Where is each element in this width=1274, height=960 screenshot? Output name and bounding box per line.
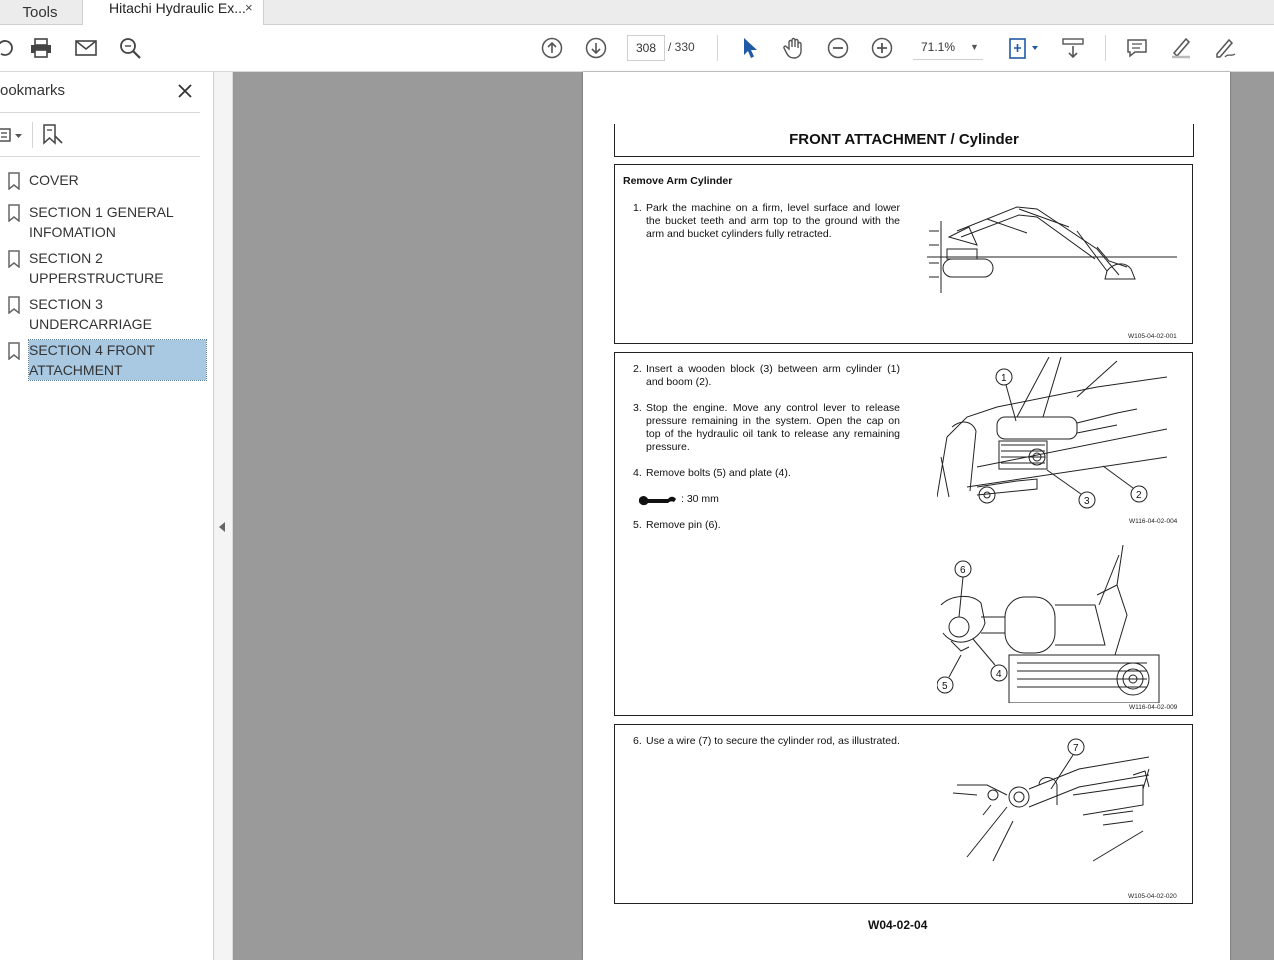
figure-number: W116-04-02-009 [1129,704,1178,711]
pin-removal-illustration: 6 4 5 [937,545,1160,703]
chevron-left-icon [219,522,225,532]
page-down-icon[interactable] [583,36,609,60]
figure-number: W105-04-02-020 [1128,893,1177,900]
fit-page-icon[interactable] [1004,36,1042,60]
step-text: Stop the engine. Move any control lever … [646,402,900,453]
step-number: 3. [633,402,642,414]
close-icon[interactable] [176,82,194,100]
toolbar: 308 / 330 71.1% ▼ [0,25,1274,72]
step-text: Use a wire (7) to secure the cylinder ro… [646,735,900,747]
step-text: Insert a wooden block (3) between arm cy… [646,363,900,388]
bookmark-label: SECTION 2 UPPERSTRUCTURE [29,250,164,286]
page-up-icon[interactable] [539,36,565,60]
zoom-in-icon[interactable] [869,36,895,60]
tab-tools[interactable]: Tools [0,0,80,24]
bookmarks-panel: ookmarks COVER SECTION 1 GENERAL INFOMAT… [0,72,214,960]
bookmark-icon [7,204,21,223]
callout-number: 6 [960,565,966,576]
search-icon[interactable] [117,36,143,60]
scroll-mode-icon[interactable] [1058,36,1088,60]
bookmark-label: COVER [29,172,79,188]
arm-cylinder-illustration: 1 2 3 [937,357,1168,509]
bookmark-icon [7,250,21,269]
toolbar-divider [717,35,718,61]
step-text: Remove pin (6). [646,519,721,531]
wrench-size: : 30 mm [681,493,719,505]
tab-bar: Tools Hitachi Hydraulic Ex... × [0,0,1274,25]
page-header-box: FRONT ATTACHMENT / Cylinder [614,124,1194,157]
options-menu-icon[interactable] [0,124,26,146]
figure-number: W116-04-02-004 [1129,518,1178,525]
select-cursor-icon[interactable] [737,36,763,60]
tab-document-label: Hitachi Hydraulic Ex... [109,0,246,16]
print-icon[interactable] [28,36,54,60]
bookmarks-title: ookmarks [0,82,66,99]
step-panel-2: 2. Insert a wooden block (3) between arm… [614,352,1193,716]
step-number: 1. [633,202,642,214]
hand-tool-icon[interactable] [781,36,807,60]
bookmark-icon [7,296,21,315]
step-panel-1: Remove Arm Cylinder 1. Park the machine … [614,164,1193,344]
callout-number: 7 [1073,743,1079,754]
step-number: 6. [633,735,642,747]
sign-icon[interactable] [1212,36,1238,60]
document-viewport[interactable]: FRONT ATTACHMENT / Cylinder Remove Arm C… [233,72,1274,960]
figure-number: W105-04-02-001 [1128,333,1177,340]
callout-number: 1 [1001,373,1007,384]
zoom-select[interactable]: 71.1% ▼ [913,35,983,60]
page-footer: W04-02-04 [868,918,928,932]
collapse-panel-handle[interactable] [214,72,233,960]
comment-icon[interactable] [1124,36,1150,60]
step-panel-3: 6. Use a wire (7) to secure the cylinder… [614,724,1193,904]
zoom-value: 71.1% [921,40,956,54]
callout-number: 2 [1136,490,1142,501]
step-number: 2. [633,363,642,375]
callout-number: 5 [942,681,948,692]
pdf-page: FRONT ATTACHMENT / Cylinder Remove Arm C… [583,72,1230,960]
step-text: Park the machine on a firm, level surfac… [646,202,900,240]
excavator-illustration [927,206,1177,293]
toolbar-divider [1105,35,1106,61]
highlight-icon[interactable] [1168,36,1194,60]
callout-number: 4 [996,669,1002,680]
step-text: Remove bolts (5) and plate (4). [646,467,791,479]
divider [0,112,200,113]
callout-number: 3 [1084,496,1090,507]
panel-title: Remove Arm Cylinder [623,175,733,187]
tab-tools-label: Tools [22,3,58,21]
page-title: FRONT ATTACHMENT / Cylinder [789,131,1019,148]
bookmark-icon [7,342,21,361]
save-icon[interactable] [0,36,18,60]
divider [0,156,200,157]
page-total: / 330 [668,40,695,54]
zoom-out-icon[interactable] [825,36,851,60]
wrench-icon [639,496,676,506]
divider [32,122,33,148]
wire-secure-illustration: 7 [953,738,1150,862]
step-number: 4. [633,467,642,479]
bookmark-icon [7,172,21,191]
bookmark-label: SECTION 3 UNDERCARRIAGE [29,296,152,332]
chevron-down-icon: ▼ [970,42,979,52]
add-bookmark-icon[interactable] [42,123,64,147]
tab-document[interactable]: Hitachi Hydraulic Ex... × [82,0,264,25]
tab-close-icon[interactable]: × [245,0,253,16]
bookmark-label: SECTION 1 GENERAL INFOMATION [29,204,174,240]
email-icon[interactable] [73,36,99,60]
bookmark-label: SECTION 4 FRONT ATTACHMENT [28,339,207,381]
page-number-input[interactable]: 308 [627,35,665,61]
step-number: 5. [633,519,642,531]
